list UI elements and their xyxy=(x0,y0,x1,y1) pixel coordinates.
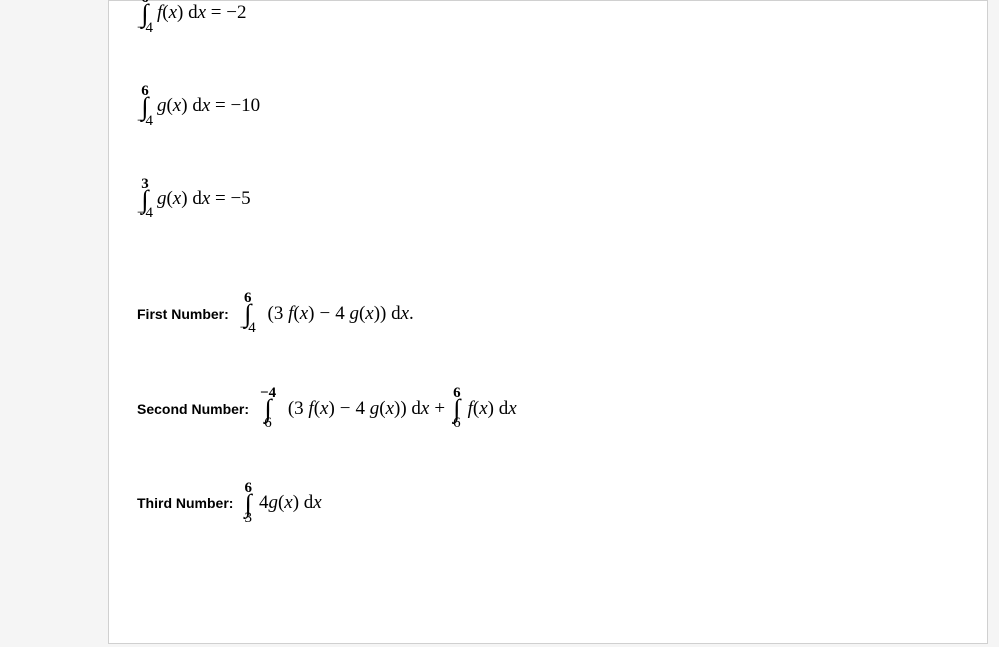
integral-lower-bound: 3 xyxy=(244,511,252,526)
math-expression: 6 ∫ 3 4g (x) dx xyxy=(241,481,321,526)
content-inner: 6 ∫ −4 f (x) dx = −2 6 ∫ −4 xyxy=(109,0,987,526)
question-first-number: First Number: 6 ∫ −4 (3 f (x) − 4 g (x))… xyxy=(137,291,959,336)
integral-symbol: 6 ∫ −4 xyxy=(137,0,153,36)
integral-lower-bound: −4 xyxy=(137,114,153,129)
integral-symbol: 6 ∫ −4 xyxy=(240,291,256,336)
math-expression: −4 ∫ 6 (3 f (x) − 4 g (x)) dx + 6 ∫ 6 xyxy=(257,386,517,431)
content-panel: 6 ∫ −4 f (x) dx = −2 6 ∫ −4 xyxy=(108,0,988,644)
integral-expression: f (x) dx = −2 xyxy=(157,3,247,24)
integral-lower-bound: 6 xyxy=(264,416,272,431)
given-integral-3: 3 ∫ −4 g (x) dx = −5 xyxy=(137,177,959,222)
integral-lower-bound: −4 xyxy=(137,206,153,221)
integral-lower-bound: −4 xyxy=(240,321,256,336)
given-integral-1: 6 ∫ −4 f (x) dx = −2 xyxy=(137,0,959,36)
integral-expression: g (x) dx = −10 xyxy=(157,96,260,117)
integral-symbol: 6 ∫ 3 xyxy=(244,481,252,526)
question-second-number: Second Number: −4 ∫ 6 (3 f (x) − 4 g (x)… xyxy=(137,386,959,431)
question-label: First Number: xyxy=(137,306,229,322)
question-label: Second Number: xyxy=(137,401,249,417)
question-label: Third Number: xyxy=(137,495,233,511)
question-third-number: Third Number: 6 ∫ 3 4g (x) dx xyxy=(137,481,959,526)
integral-expression: g (x) dx = −5 xyxy=(157,189,251,210)
integral-symbol: 6 ∫ −4 xyxy=(137,84,153,129)
math-expression: 6 ∫ −4 (3 f (x) − 4 g (x)) dx. xyxy=(237,291,414,336)
integral-lower-bound: −4 xyxy=(137,21,153,36)
integral-lower-bound: 6 xyxy=(453,416,461,431)
integral-symbol: 6 ∫ 6 xyxy=(453,386,461,431)
integral-symbol: 3 ∫ −4 xyxy=(137,177,153,222)
integral-symbol: −4 ∫ 6 xyxy=(260,386,276,431)
given-integral-2: 6 ∫ −4 g (x) dx = −10 xyxy=(137,84,959,129)
